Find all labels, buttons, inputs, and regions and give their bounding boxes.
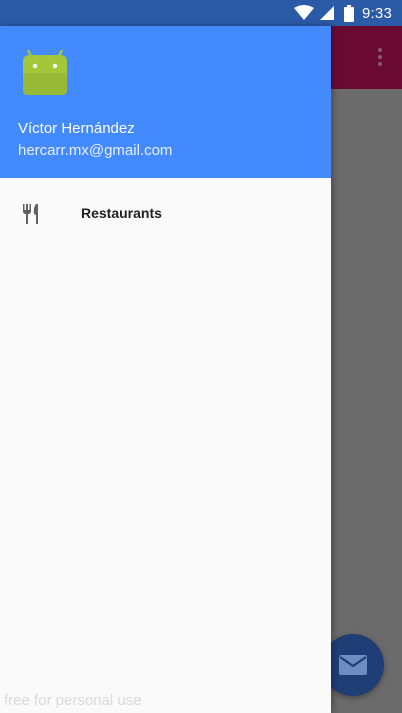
more-vert-icon[interactable] [376,46,384,68]
user-email: hercarr.mx@gmail.com [18,142,173,159]
compose-mail-fab[interactable] [322,634,384,696]
signal-icon [320,6,334,20]
android-icon[interactable] [20,48,70,98]
watermark-text: free for personal use [4,692,142,709]
user-name: Víctor Hernández [18,120,135,137]
mail-icon [339,655,367,675]
status-time: 9:33 [362,4,392,22]
menu-item-label: Restaurants [81,205,162,221]
status-bar: 9:33 [0,0,402,26]
menu-item-restaurants[interactable]: Restaurants [0,190,331,238]
drawer-header: Víctor Hernández hercarr.mx@gmail.com [0,26,331,178]
wifi-icon [294,5,314,21]
restaurant-icon [20,202,44,226]
navigation-drawer: Víctor Hernández hercarr.mx@gmail.com Re… [0,26,331,713]
battery-icon [344,4,354,22]
